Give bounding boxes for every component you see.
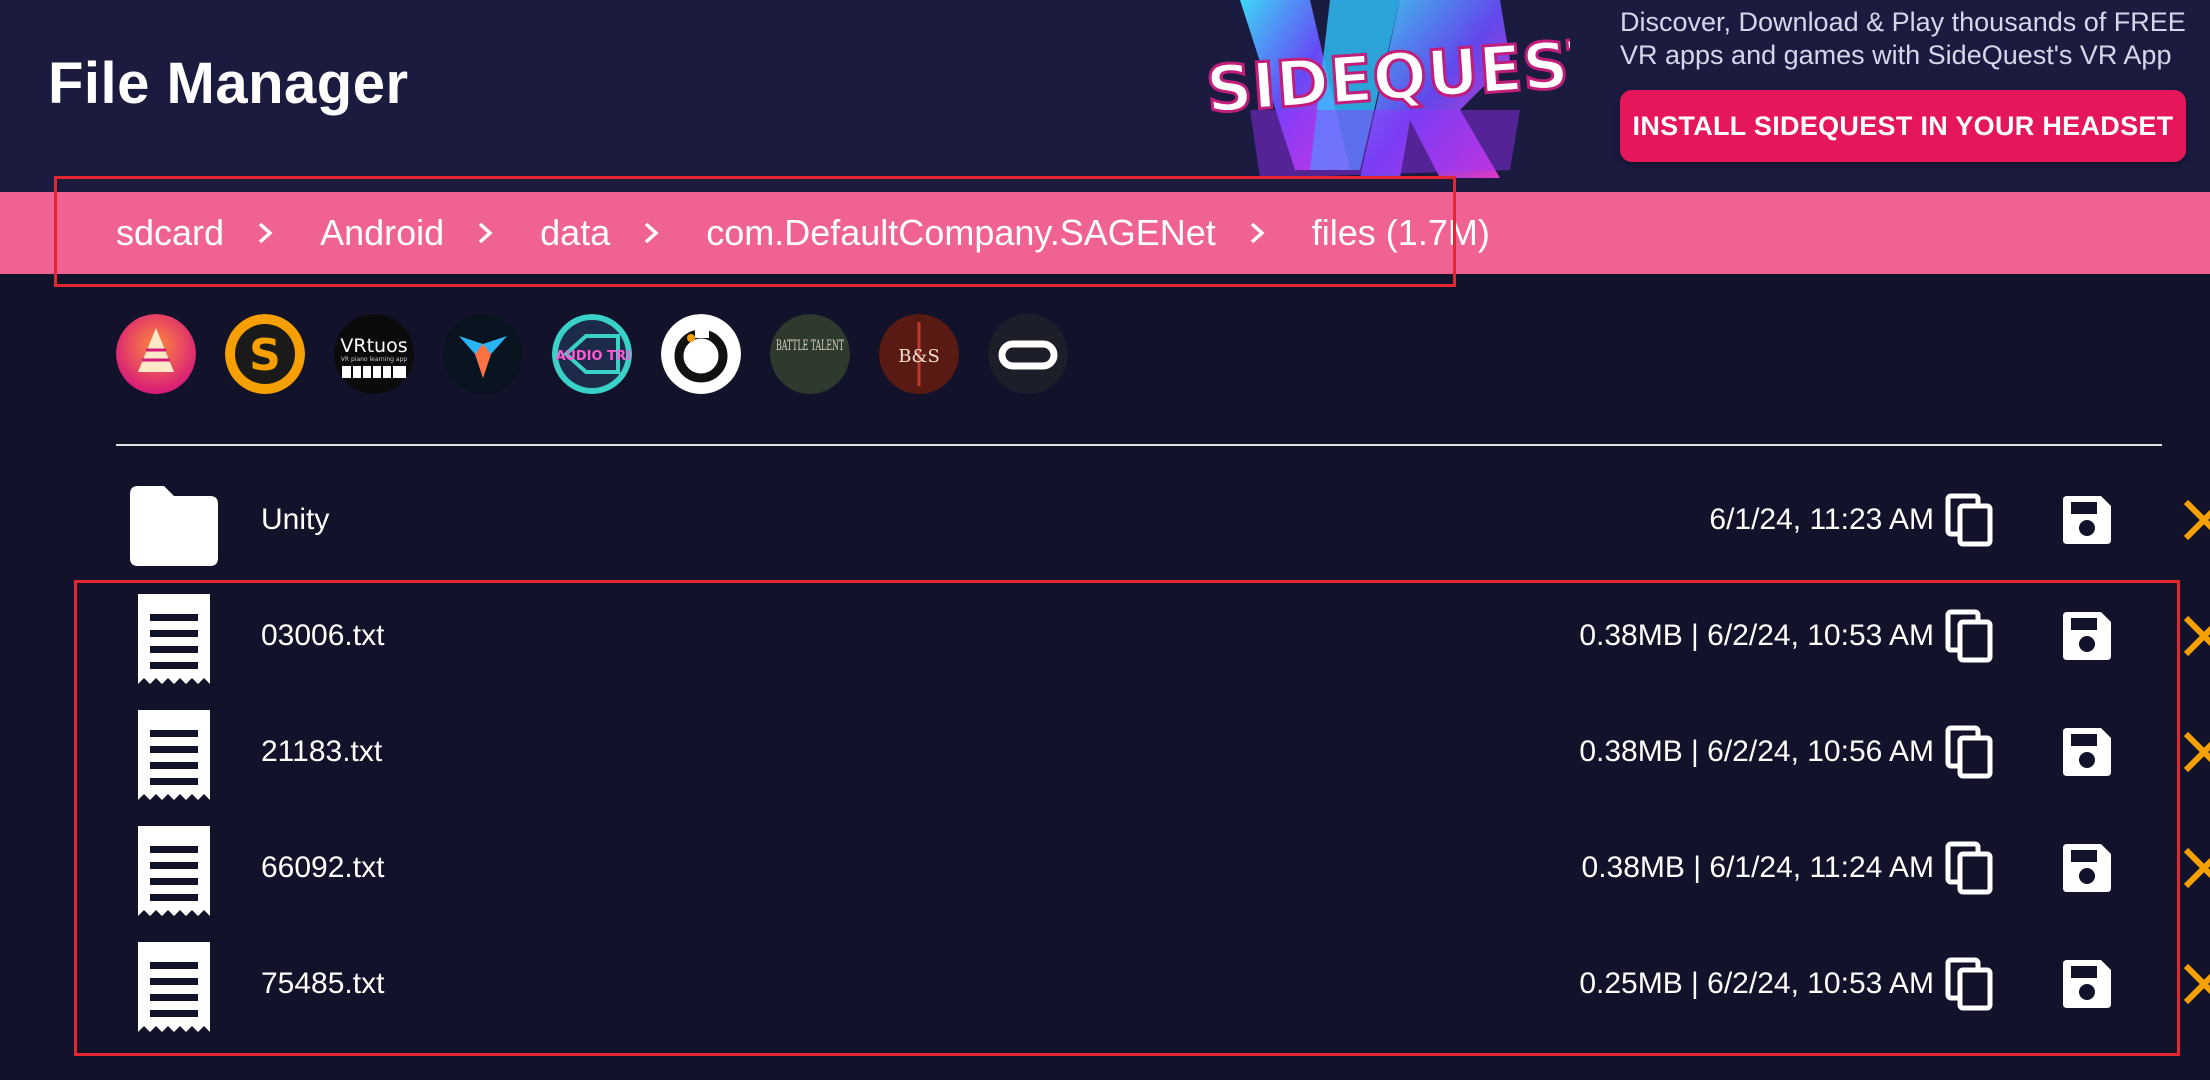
file-meta: 0.38MB | 6/1/24, 11:24 AM [1581,851,1934,884]
copy-icon[interactable] [1942,724,1998,780]
text-file-icon [138,826,210,916]
breadcrumb: sdcard Android data com.DefaultCompany.S… [116,192,1490,274]
oculus-app-icon[interactable] [988,314,1068,394]
delete-icon[interactable] [2176,724,2210,780]
page-title: File Manager [48,51,409,116]
audio-trip-app-icon[interactable]: AUDIO TRIP [552,314,632,394]
promo-text: Discover, Download & Play thousands of F… [1620,7,2186,70]
battle-talent-app-icon[interactable]: BATTLE TALENT [770,314,850,394]
chevron-right-icon [478,222,493,244]
file-row[interactable]: 21183.txt 0.38MB | 6/2/24, 10:56 AM [116,694,2210,810]
sidequest-s-app-icon[interactable]: S [225,314,305,394]
save-icon[interactable] [2059,608,2115,664]
text-file-icon [138,942,210,1032]
text-file-icon [138,594,210,684]
breadcrumb-sdcard[interactable]: sdcard [116,212,224,254]
vrtuos-logo-subtext: VR piano learning app [341,356,408,363]
file-meta: 0.25MB | 6/2/24, 10:53 AM [1579,967,1934,1000]
delete-icon[interactable] [2176,492,2210,548]
file-meta: 0.38MB | 6/2/24, 10:53 AM [1579,619,1934,652]
delete-icon[interactable] [2176,840,2210,896]
copy-icon[interactable] [1942,492,1998,548]
file-meta: 0.38MB | 6/2/24, 10:56 AM [1579,735,1934,768]
folder-icon [130,486,218,566]
battle-talent-logo-text: BATTLE TALENT [776,338,844,354]
pyramid-app-icon[interactable] [116,314,196,394]
file-name[interactable]: Unity [261,462,329,578]
file-name[interactable]: 75485.txt [261,926,384,1042]
file-name[interactable]: 21183.txt [261,694,382,810]
file-row[interactable]: 66092.txt 0.38MB | 6/1/24, 11:24 AM [116,810,2210,926]
file-name[interactable]: 03006.txt [261,578,384,694]
divider [116,444,2162,446]
save-icon[interactable] [2059,956,2115,1012]
breadcrumb-data[interactable]: data [540,212,610,254]
copy-icon[interactable] [1942,840,1998,896]
file-row-folder[interactable]: Unity 6/1/24, 11:23 AM [116,462,2210,578]
copy-icon[interactable] [1942,608,1998,664]
winged-logo-app-icon[interactable] [443,314,523,394]
chevron-right-icon [258,222,273,244]
breadcrumb-android[interactable]: Android [320,212,444,254]
install-sidequest-button[interactable]: INSTALL SIDEQUEST IN YOUR HEADSET [1620,90,2186,162]
delete-icon[interactable] [2176,608,2210,664]
save-icon[interactable] [2059,724,2115,780]
delete-icon[interactable] [2176,956,2210,1012]
file-name[interactable]: 66092.txt [261,810,384,926]
sidequest-promo-art[interactable]: SIDEQUEST [1200,0,1570,178]
blade-sorcery-app-icon[interactable]: B&S [879,314,959,394]
file-row[interactable]: 03006.txt 0.38MB | 6/2/24, 10:53 AM [116,578,2210,694]
breadcrumb-package[interactable]: com.DefaultCompany.SAGENet [706,212,1216,254]
breadcrumb-files[interactable]: files (1.7M) [1312,212,1490,254]
vrtuos-app-icon[interactable]: VRtuos VR piano learning app [334,314,414,394]
copy-icon[interactable] [1942,956,1998,1012]
save-icon[interactable] [2059,840,2115,896]
file-meta: 6/1/24, 11:23 AM [1709,503,1934,536]
breadcrumb-bar: sdcard Android data com.DefaultCompany.S… [0,192,2210,274]
save-icon[interactable] [2059,492,2115,548]
chevron-right-icon [645,222,659,244]
ring-app-icon[interactable] [661,314,741,394]
app-icon-row: S VRtuos VR piano learning app AUDIO TRI… [116,314,1068,394]
audio-trip-logo-text: AUDIO TRIP [556,349,632,364]
vrtuos-logo-text: VRtuos [340,335,407,357]
text-file-icon [138,710,210,800]
blade-sorcery-logo-text: B&S [898,346,940,367]
chevron-right-icon [1250,222,1265,244]
file-row[interactable]: 75485.txt 0.25MB | 6/2/24, 10:53 AM [116,926,2210,1042]
app-header: File Manager SIDEQUEST Discover, Downloa… [0,0,2210,192]
svg-text:S: S [249,330,281,381]
